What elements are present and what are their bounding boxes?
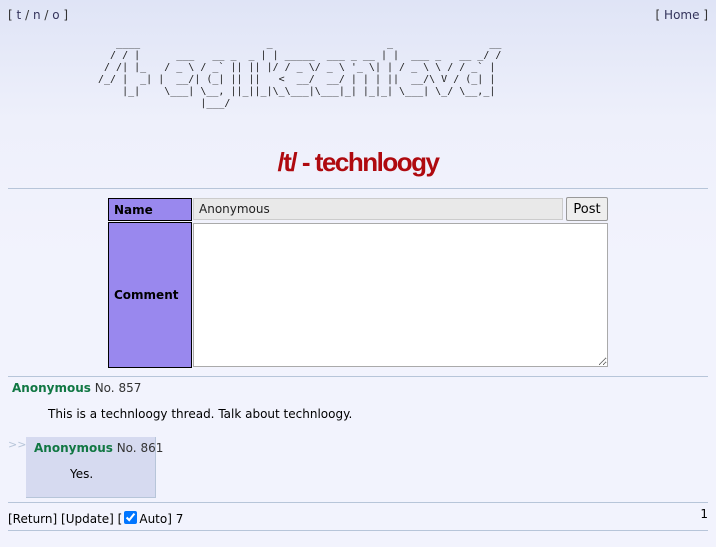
nav-bracket-open: [ — [655, 8, 661, 22]
op-poster-name: Anonymous — [12, 381, 91, 395]
board-tag: /t/ — [277, 147, 298, 177]
auto-update-checkbox[interactable] — [124, 511, 138, 524]
reply-marker: >> — [8, 438, 27, 451]
divider — [8, 530, 708, 531]
reply-body: Yes. — [70, 467, 94, 481]
divider — [8, 376, 708, 377]
reply-poster-name: Anonymous — [34, 441, 113, 455]
reply-post: Anonymous No. 861 Yes. — [26, 437, 163, 498]
comment-label-text: Comment — [114, 288, 179, 302]
reply-post-number[interactable]: No. 861 — [117, 441, 164, 455]
nav-board-n[interactable]: n — [33, 8, 41, 22]
auto-label: Auto] — [139, 512, 172, 526]
nav-sep: / — [25, 8, 30, 22]
comment-label: Comment — [108, 222, 192, 368]
home-link[interactable]: Home — [664, 8, 699, 22]
site-logo: ____ _ _ __ / / | ___ __ _ _ | | _____ _… — [98, 38, 502, 109]
op-post-header: Anonymous No. 857 — [12, 381, 141, 395]
comment-field[interactable] — [193, 223, 608, 367]
post-count: 7 — [175, 512, 184, 526]
nav-bracket-close: ] — [63, 8, 69, 22]
auto-bracket: [ — [117, 512, 123, 526]
divider — [8, 502, 708, 503]
divider — [8, 188, 708, 189]
nav-bracket-open: [ — [8, 8, 13, 22]
update-link[interactable]: [Update] — [61, 512, 114, 526]
thread-controls: [Return] [Update] [ Auto] 7 — [8, 511, 183, 526]
return-link[interactable]: [Return] — [8, 512, 57, 526]
nav-board-o[interactable]: o — [52, 8, 59, 22]
nav-bracket-close: ] — [703, 8, 708, 22]
op-post-number[interactable]: No. 857 — [95, 381, 142, 395]
page-number: 1 — [700, 507, 708, 521]
nav-board-t[interactable]: t — [17, 8, 22, 22]
nav-sep: / — [44, 8, 49, 22]
name-field[interactable] — [193, 198, 563, 220]
board-nav: [ t / n / o ] — [8, 8, 68, 22]
op-post-body: This is a technloogy thread. Talk about … — [48, 407, 353, 421]
reply-header: Anonymous No. 861 — [34, 441, 163, 455]
post-button[interactable]: Post — [566, 197, 608, 221]
home-nav: [ Home ] — [656, 8, 708, 22]
page-title: /t/ - technloogy — [0, 147, 716, 178]
board-title-sep: - — [301, 147, 315, 177]
board-name: technloogy — [314, 147, 440, 177]
name-label-text: Name — [114, 202, 153, 217]
name-label: Name — [108, 198, 192, 221]
